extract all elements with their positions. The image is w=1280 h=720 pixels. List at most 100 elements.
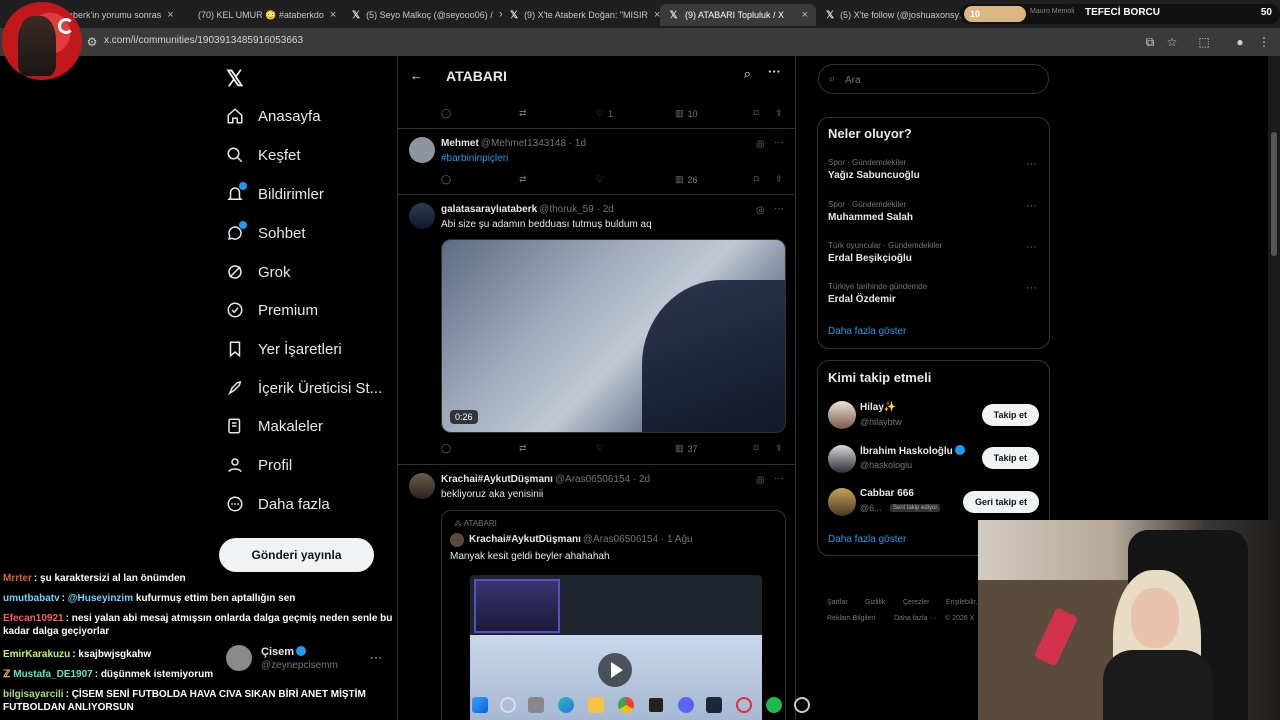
retweet-icon[interactable]: ⇄ [519,174,527,185]
close-icon[interactable]: × [167,9,173,21]
browser-tab[interactable]: 𝕏 (5) X'te follow (@joshuaxonsy: [818,4,964,26]
bookmark-icon[interactable]: ⌑ [754,443,759,454]
grok-icon[interactable]: ◎ [756,205,765,216]
tweet-hashtag[interactable]: #barbininpiçleri [441,153,508,164]
more-icon[interactable]: ··· [1026,200,1037,212]
footer-cookies[interactable]: Çerezler [903,599,929,606]
install-icon[interactable]: ⧉ [1142,34,1158,50]
account-name[interactable]: Çisem [261,646,307,658]
account-avatar[interactable] [226,645,252,671]
url-field[interactable]: x.com/i/communities/1903913485916053663 [104,35,303,46]
scrollbar-thumb[interactable] [1271,132,1277,256]
spotify-icon[interactable] [766,697,782,713]
close-icon[interactable]: × [330,9,336,21]
retweet-icon[interactable]: ⇄ [519,108,527,119]
more-icon[interactable]: ··· [1026,241,1037,253]
tweet-author[interactable]: galatasaraylıataberk @thoruk_59 · 2d [441,204,614,215]
who-to-follow-show-more[interactable]: Daha fazla göster [828,534,906,545]
quoted-tweet[interactable]: ⁂ ATABARI Krachai#AykutDüşmanı @Aras06506… [441,510,786,720]
play-icon[interactable] [598,653,632,687]
user-name[interactable]: İbrahim Haskoloğlu [860,445,965,457]
follow-button[interactable]: Takip et [981,404,1039,426]
nav-more[interactable]: Daha fazla [226,492,330,516]
trend-name[interactable]: Muhammed Salah [828,212,913,223]
extensions-icon[interactable]: ⬚ [1196,34,1212,50]
like-icon[interactable]: ♡ [596,443,604,454]
trend-name[interactable]: Erdal Özdemir [828,294,896,305]
tweet-avatar[interactable] [409,203,435,229]
user-avatar[interactable] [828,445,856,473]
tweet-author[interactable]: Krachai#AykutDüşmanı @Aras06506154 · 2d [441,474,650,485]
settings-icon[interactable] [794,697,810,713]
footer-more[interactable]: Daha fazla ··· [894,615,936,622]
tweet-video[interactable]: 0:26 [441,239,786,433]
tweet-avatar[interactable] [409,137,435,163]
close-icon[interactable]: × [802,9,808,21]
profile-icon[interactable]: ● [1232,34,1248,50]
more-icon[interactable]: ··· [774,473,784,484]
browser-tab[interactable]: 𝕏 (5) Seyo Malkoç (@seyooo06) / × [344,4,502,26]
user-avatar[interactable] [828,401,856,429]
share-icon[interactable]: ⇪ [775,443,783,454]
trend-name[interactable]: Erdal Beşikçioğlu [828,253,912,264]
post-button[interactable]: Gönderi yayınla [219,538,374,572]
more-icon[interactable]: ··· [1026,282,1037,294]
nav-creator-studio[interactable]: İçerik Üreticisi St... [226,376,382,400]
nav-grok[interactable]: Grok [226,260,291,284]
grok-icon[interactable]: ◎ [756,139,765,150]
bookmark-icon[interactable]: ⌑ [754,108,759,119]
user-name[interactable]: Cabbar 666 [860,488,914,499]
user-name[interactable]: Hilay✨ [860,402,896,413]
tweet-author[interactable]: Mehmet @Mehmet1343148 · 1d [441,138,586,149]
account-more-icon[interactable]: ··· [370,650,382,664]
nav-bookmarks[interactable]: Yer İşaretleri [226,337,342,361]
share-icon[interactable]: ⇪ [775,174,783,185]
grok-icon[interactable]: ◎ [756,475,765,486]
trend-name[interactable]: Yağız Sabuncuoğlu [828,170,920,181]
discord-icon[interactable] [678,697,694,713]
site-info-icon[interactable]: ⚙ [84,34,100,50]
more-icon[interactable]: ··· [768,64,781,79]
browser-tab[interactable]: 𝕏 (9) X'te Ataberk Doğan: "MISIR × [502,4,660,26]
back-arrow-icon[interactable]: ← [410,68,423,83]
nav-explore[interactable]: Keşfet [226,143,301,167]
page-scrollbar[interactable] [1268,56,1280,520]
footer-ads-info[interactable]: Reklam Bilgileri [827,615,875,622]
windows-start-icon[interactable] [472,697,488,713]
views-button[interactable]: ▥ 26 [675,174,698,185]
x-logo-icon[interactable]: 𝕏 [226,66,244,92]
footer-privacy[interactable]: Gizlilik [865,599,885,606]
follow-button[interactable]: Takip et [981,447,1039,469]
menu-icon[interactable]: ⋮ [1256,34,1272,50]
browser-tab[interactable]: (70) KEL UMUR 😳 #ataberkdo × [184,4,342,26]
tweet-avatar[interactable] [409,473,435,499]
search-input[interactable] [845,71,1035,89]
reply-icon[interactable]: ◯ [441,108,451,119]
star-icon[interactable]: ☆ [1164,34,1180,50]
more-icon[interactable]: ··· [774,203,784,214]
nav-profile[interactable]: Profil [226,453,292,477]
nav-articles[interactable]: Makaleler [226,414,323,438]
retweet-icon[interactable]: ⇄ [519,443,527,454]
footer-terms[interactable]: Şartlar [827,599,848,606]
user-avatar[interactable] [828,488,856,516]
like-icon[interactable]: ♡ [596,174,604,185]
chrome-icon[interactable] [618,697,634,713]
bookmark-icon[interactable]: ⌑ [754,174,759,185]
nav-chat[interactable]: Sohbet [226,221,306,245]
x-app-icon[interactable] [648,697,664,713]
search-icon[interactable] [500,697,516,713]
steam-icon[interactable] [706,697,722,713]
views-button[interactable]: ▥ 10 [675,108,698,119]
footer-accessibility[interactable]: Erişilebilir... [946,599,981,606]
nav-premium[interactable]: Premium [226,298,318,322]
browser-tab[interactable]: aberk'in yorumu sonras × [60,4,180,26]
like-button[interactable]: ♡ 1 [596,108,613,119]
opera-icon[interactable] [736,697,752,713]
more-icon[interactable]: ··· [774,137,784,148]
nav-home[interactable]: Anasayfa [226,104,321,128]
share-icon[interactable]: ⇪ [775,108,783,119]
search-icon[interactable]: ⌕ [744,66,751,82]
reply-icon[interactable]: ◯ [441,443,451,454]
task-view-icon[interactable] [528,697,544,713]
